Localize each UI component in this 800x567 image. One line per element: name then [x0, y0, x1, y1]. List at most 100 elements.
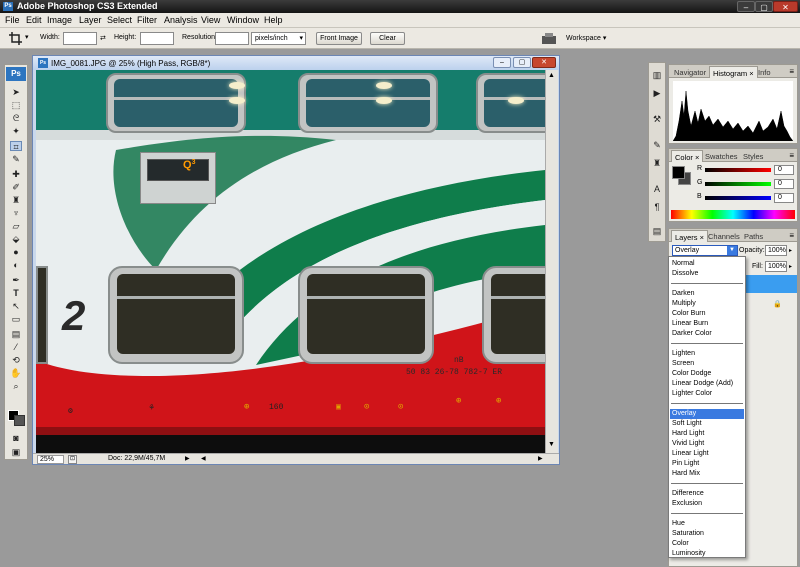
- move-tool-icon[interactable]: ➤: [10, 87, 22, 97]
- palette-well-icon[interactable]: [541, 32, 557, 45]
- scroll-right-arrow[interactable]: ▶: [538, 455, 543, 462]
- blend-mode-option[interactable]: Hard Light: [670, 429, 744, 439]
- blend-mode-option[interactable]: Exclusion: [670, 499, 744, 509]
- paragraph-panel-icon[interactable]: ¶: [651, 201, 663, 213]
- blend-mode-option[interactable]: Darken: [670, 289, 744, 299]
- tab-histogram[interactable]: Histogram ×: [709, 66, 758, 78]
- doc-minimize-button[interactable]: –: [493, 57, 511, 68]
- screen-mode-icon[interactable]: ▣: [10, 447, 22, 457]
- panel-menu-icon[interactable]: ≡: [789, 231, 794, 240]
- clone-stamp-tool-icon[interactable]: ♜: [10, 195, 22, 205]
- blend-mode-option[interactable]: Linear Light: [670, 449, 744, 459]
- blend-mode-option[interactable]: Dissolve: [670, 269, 744, 279]
- tab-channels[interactable]: Channels: [705, 230, 743, 242]
- blend-mode-option[interactable]: Normal: [670, 259, 744, 269]
- tab-swatches[interactable]: Swatches: [702, 150, 741, 162]
- crop-tool-icon[interactable]: [9, 32, 23, 45]
- selected-layer-row[interactable]: [745, 275, 797, 293]
- close-button[interactable]: ✕: [773, 1, 798, 12]
- quick-mask-icon[interactable]: ◙: [10, 433, 22, 443]
- path-selection-tool-icon[interactable]: ↖: [10, 301, 22, 311]
- width-input[interactable]: [63, 32, 97, 45]
- vertical-scrollbar[interactable]: ▲ ▼: [545, 70, 558, 453]
- rectangle-tool-icon[interactable]: ▭: [10, 314, 22, 324]
- clear-button[interactable]: Clear: [370, 32, 405, 45]
- marquee-tool-icon[interactable]: ⬚: [10, 100, 22, 110]
- tab-color[interactable]: Color ×: [671, 150, 704, 162]
- fill-slider-arrow[interactable]: ▸: [789, 263, 792, 270]
- crop-tool-icon[interactable]: ⌗: [10, 141, 22, 152]
- green-slider[interactable]: [705, 182, 771, 186]
- layer-comps-icon[interactable]: ▤: [651, 225, 663, 237]
- swap-icon[interactable]: ⇄: [100, 34, 106, 42]
- scroll-left-arrow[interactable]: ◀: [201, 455, 206, 462]
- document-titlebar[interactable]: Ps IMG_0081.JPG @ 25% (High Pass, RGB/8*…: [33, 56, 559, 70]
- history-panel-icon[interactable]: ▥: [651, 69, 663, 81]
- pen-tool-icon[interactable]: ✒: [10, 275, 22, 285]
- menu-select[interactable]: Select: [107, 15, 132, 25]
- blue-value[interactable]: 0: [774, 193, 794, 203]
- tool-preset-arrow[interactable]: ▾: [25, 33, 29, 41]
- tab-layers[interactable]: Layers ×: [671, 230, 708, 242]
- doc-maximize-button[interactable]: ▢: [513, 57, 531, 68]
- tab-info[interactable]: Info: [755, 66, 774, 78]
- workspace-menu[interactable]: Workspace ▾: [566, 34, 606, 42]
- blend-mode-option[interactable]: Darker Color: [670, 329, 744, 339]
- opacity-slider-arrow[interactable]: ▸: [789, 247, 792, 254]
- blend-mode-option[interactable]: Color Burn: [670, 309, 744, 319]
- blend-mode-option[interactable]: Lighten: [670, 349, 744, 359]
- blue-slider[interactable]: [705, 196, 771, 200]
- background-color-swatch[interactable]: [14, 415, 25, 426]
- resolution-unit-select[interactable]: pixels/inch ▾: [251, 32, 306, 45]
- notes-tool-icon[interactable]: ▤: [10, 329, 22, 339]
- paint-bucket-tool-icon[interactable]: ⬙: [10, 234, 22, 244]
- blend-mode-option[interactable]: Linear Dodge (Add): [670, 379, 744, 389]
- blend-mode-option[interactable]: Saturation: [670, 529, 744, 539]
- actions-panel-icon[interactable]: ▶: [651, 87, 663, 99]
- character-panel-icon[interactable]: A: [651, 183, 663, 195]
- brush-tool-icon[interactable]: ✐: [10, 182, 22, 192]
- 3d-rotate-tool-icon[interactable]: ⟲: [10, 355, 22, 365]
- blend-mode-option[interactable]: Hue: [670, 519, 744, 529]
- type-tool-icon[interactable]: T: [10, 288, 22, 298]
- canvas[interactable]: Q3 2 nB 50 83 26-78 782-7 ER ⚙ ⚘ ⊕ 160 ▣…: [36, 70, 545, 453]
- slice-tool-icon[interactable]: ✎: [10, 154, 22, 164]
- green-value[interactable]: 0: [774, 179, 794, 189]
- menu-layer[interactable]: Layer: [79, 15, 102, 25]
- blur-tool-icon[interactable]: ●: [10, 247, 22, 257]
- panel-menu-icon[interactable]: ≡: [789, 151, 794, 160]
- scroll-up-arrow[interactable]: ▲: [548, 72, 555, 79]
- red-value[interactable]: 0: [774, 165, 794, 175]
- tab-styles[interactable]: Styles: [740, 150, 766, 162]
- tab-paths[interactable]: Paths: [741, 230, 766, 242]
- menu-image[interactable]: Image: [47, 15, 72, 25]
- blend-mode-option[interactable]: Luminosity: [670, 549, 744, 559]
- zoom-field[interactable]: 25%: [37, 455, 64, 464]
- menu-window[interactable]: Window: [227, 15, 259, 25]
- tool-presets-icon[interactable]: ⚒: [651, 113, 663, 125]
- scroll-down-arrow[interactable]: ▼: [548, 441, 555, 448]
- panel-menu-icon[interactable]: ≡: [789, 67, 794, 76]
- blend-mode-option[interactable]: Linear Burn: [670, 319, 744, 329]
- blend-mode-option[interactable]: Multiply: [670, 299, 744, 309]
- magic-wand-tool-icon[interactable]: ✦: [10, 126, 22, 136]
- menu-help[interactable]: Help: [264, 15, 283, 25]
- blend-mode-option[interactable]: Overlay: [670, 409, 744, 419]
- menu-edit[interactable]: Edit: [26, 15, 42, 25]
- blend-mode-option[interactable]: Vivid Light: [670, 439, 744, 449]
- eraser-tool-icon[interactable]: ▱: [10, 221, 22, 231]
- menu-analysis[interactable]: Analysis: [164, 15, 198, 25]
- blend-mode-option[interactable]: Difference: [670, 489, 744, 499]
- color-spectrum-bar[interactable]: [671, 210, 795, 219]
- blend-mode-option[interactable]: Screen: [670, 359, 744, 369]
- zoom-tool-icon[interactable]: ⌕: [10, 381, 22, 391]
- menu-filter[interactable]: Filter: [137, 15, 157, 25]
- status-menu-arrow[interactable]: ▶: [185, 455, 190, 462]
- blend-mode-option[interactable]: Lighter Color: [670, 389, 744, 399]
- doc-close-button[interactable]: ✕: [532, 57, 556, 68]
- dodge-tool-icon[interactable]: ◐: [10, 260, 22, 270]
- tab-navigator[interactable]: Navigator: [671, 66, 709, 78]
- brushes-panel-icon[interactable]: ✎: [651, 139, 663, 151]
- blend-mode-option[interactable]: Color Dodge: [670, 369, 744, 379]
- resolution-input[interactable]: [215, 32, 249, 45]
